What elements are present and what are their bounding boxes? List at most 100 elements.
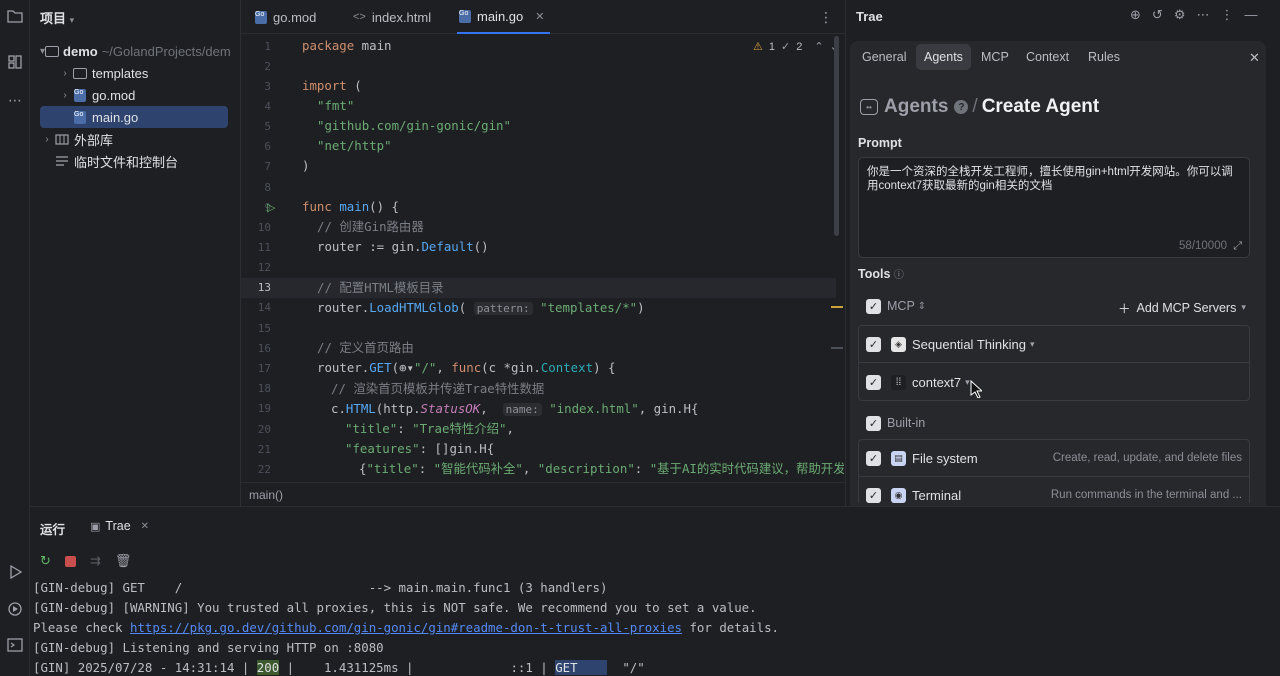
tool-name: Terminal — [912, 487, 962, 503]
project-panel: 项目 ▾ ▾ demo ~/GolandProjects/dem › templ… — [30, 0, 240, 506]
inspection-widget[interactable]: ⚠1 ✓2 ⌃ ⌄ — [753, 40, 839, 54]
status-badge: 200 — [256, 660, 280, 675]
tab-agents[interactable]: Agents — [916, 44, 971, 70]
tools-label: Tools ⓘ — [858, 267, 904, 281]
console-line: [GIN-debug] Listening and serving HTTP o… — [33, 640, 384, 655]
chevron-right-icon[interactable]: › — [58, 90, 72, 101]
code-line: router := gin.Default() — [317, 239, 489, 254]
folder-icon[interactable] — [3, 4, 27, 28]
close-icon[interactable]: ✕ — [535, 10, 544, 23]
more-vertical-icon[interactable]: ⋮ — [819, 9, 833, 26]
editor-scrollbar[interactable] — [834, 36, 839, 236]
trash-icon[interactable]: 🗑 — [115, 553, 132, 569]
chevron-down-icon[interactable]: ▾ — [1030, 339, 1035, 350]
terminal-icon[interactable] — [3, 633, 27, 657]
checkbox-icon[interactable]: ✓ — [866, 487, 881, 503]
chevron-right-icon[interactable]: › — [40, 134, 54, 145]
expand-icon[interactable]: ⤢ — [1233, 240, 1242, 253]
line-number: 17 — [257, 362, 271, 375]
checkbox-icon[interactable]: ✓ — [866, 415, 881, 431]
prompt-text: 你是一个资深的全栈开发工程师，擅长使用gin+html开发网站。你可以调用con… — [867, 166, 1233, 192]
rerun-icon[interactable]: ↻ — [40, 553, 51, 569]
chevron-right-icon[interactable]: › — [58, 68, 72, 79]
line-number: 3 — [264, 80, 271, 93]
code-line: "net/http" — [317, 138, 392, 153]
tree-item-templates[interactable]: › templates — [58, 62, 228, 84]
chevron-up-icon[interactable]: ⌃ — [814, 40, 823, 53]
new-chat-icon[interactable]: ⊕ — [1130, 7, 1141, 23]
tree-item-main-go[interactable]: Go main.go — [40, 106, 228, 128]
go-file-icon: Go — [72, 88, 88, 102]
info-icon[interactable]: ⓘ — [894, 270, 904, 281]
checkbox-icon[interactable]: ✓ — [866, 336, 881, 352]
tree-item-external-libraries[interactable]: › 外部库 — [40, 128, 228, 150]
add-mcp-servers-button[interactable]: ＋ Add MCP Servers ▾ — [1118, 298, 1246, 317]
code-line: package main — [302, 38, 392, 53]
mcp-item-context7[interactable]: ✓ ⁞⁞ context7 ▾ — [866, 372, 970, 392]
help-icon[interactable]: ? — [954, 100, 969, 114]
builtin-group[interactable]: ✓ Built-in — [866, 413, 925, 433]
run-gutter-icon[interactable]: ▷ — [267, 201, 275, 214]
checkbox-icon[interactable]: ✓ — [866, 450, 881, 466]
tab-mcp[interactable]: MCP — [973, 44, 1017, 70]
plus-icon: ＋ — [1118, 302, 1131, 316]
go-file-icon: Go — [72, 110, 88, 124]
history-icon[interactable]: ↺ — [1152, 7, 1163, 23]
scratches-icon — [54, 155, 70, 168]
structure-icon[interactable] — [3, 50, 27, 74]
services-icon[interactable] — [3, 597, 27, 621]
breadcrumb-agents[interactable]: Agents — [884, 96, 948, 118]
sequential-thinking-icon: ◈ — [891, 336, 906, 352]
mcp-label: MCP — [887, 299, 915, 313]
tab-main-go[interactable]: Go main.go ✕ — [457, 0, 551, 34]
mcp-group[interactable]: ✓ MCP ⇕ — [866, 296, 926, 316]
terminal-icon: ◉ — [891, 487, 906, 503]
chevron-down-icon: ▾ — [1241, 302, 1246, 312]
run-icon[interactable] — [3, 560, 27, 584]
chevron-down-icon[interactable]: ▾ — [965, 377, 970, 388]
checkbox-icon[interactable]: ✓ — [866, 298, 881, 314]
tab-index-html[interactable]: <> index.html — [353, 0, 431, 34]
gear-icon[interactable]: ⚙ — [1174, 7, 1186, 23]
code-line: "fmt" — [317, 98, 355, 113]
prompt-textarea[interactable]: 你是一个资深的全栈开发工程师，擅长使用gin+html开发网站。你可以调用con… — [858, 157, 1250, 258]
builtin-item-terminal[interactable]: ✓ ◉ Terminal Run commands in the termina… — [866, 485, 1242, 505]
code-line: "title": "Trae特性介绍", — [345, 421, 514, 436]
more-icon[interactable]: ⋯ — [1196, 7, 1209, 23]
tree-item-go-mod[interactable]: › Go go.mod — [58, 84, 228, 106]
tree-item-scratches[interactable]: 临时文件和控制台 — [54, 150, 228, 172]
char-count: 58/10000 — [1179, 240, 1227, 252]
more-vertical-icon[interactable]: ⋮ — [1220, 7, 1233, 23]
tab-rules[interactable]: Rules — [1080, 44, 1128, 70]
minimize-icon[interactable]: — — [1244, 7, 1257, 23]
tree-label: main.go — [92, 109, 139, 125]
tab-context[interactable]: Context — [1018, 44, 1077, 70]
builtin-item-file-system[interactable]: ✓ ▤ File system Create, read, update, an… — [866, 448, 1242, 468]
code-line: import ( — [302, 78, 362, 93]
project-panel-title[interactable]: 项目 ▾ — [40, 8, 74, 27]
stop-icon[interactable] — [64, 555, 76, 567]
sort-icon[interactable]: ⇕ — [918, 301, 926, 312]
tab-go-mod[interactable]: Go go.mod — [253, 0, 316, 34]
weak-warning-count: 2 — [796, 40, 803, 53]
tab-general[interactable]: General — [854, 44, 914, 70]
chevron-down-icon[interactable]: ▾ — [70, 15, 75, 25]
tree-item-demo[interactable]: ▾ demo ~/GolandProjects/dem — [40, 40, 231, 62]
tree-label: 外部库 — [74, 132, 114, 148]
tool-name: File system — [912, 450, 978, 466]
more-icon[interactable]: ⋯ — [3, 88, 27, 112]
line-number: 2 — [264, 60, 271, 73]
close-icon[interactable]: ✕ — [141, 521, 149, 532]
console-link[interactable]: https://pkg.go.dev/github.com/gin-gonic/… — [130, 620, 682, 635]
tab-label: Trae — [105, 519, 131, 533]
close-icon[interactable]: ✕ — [1249, 50, 1260, 66]
tree-path: ~/GolandProjects/dem — [101, 43, 231, 59]
panel-toolbar: ⊕ ↺ ⚙ ⋯ ⋮ — — [1130, 7, 1257, 23]
checkbox-icon[interactable]: ✓ — [866, 374, 881, 390]
tool-description: Run commands in the terminal and ... — [1050, 489, 1242, 501]
tab-label: go.mod — [273, 9, 317, 25]
breadcrumb[interactable]: main() — [249, 488, 283, 502]
tab-trae-run[interactable]: ▣ Trae ✕ — [90, 519, 149, 533]
mcp-item-sequential-thinking[interactable]: ✓ ◈ Sequential Thinking ▾ — [866, 334, 1034, 354]
line-number: 15 — [257, 322, 271, 335]
